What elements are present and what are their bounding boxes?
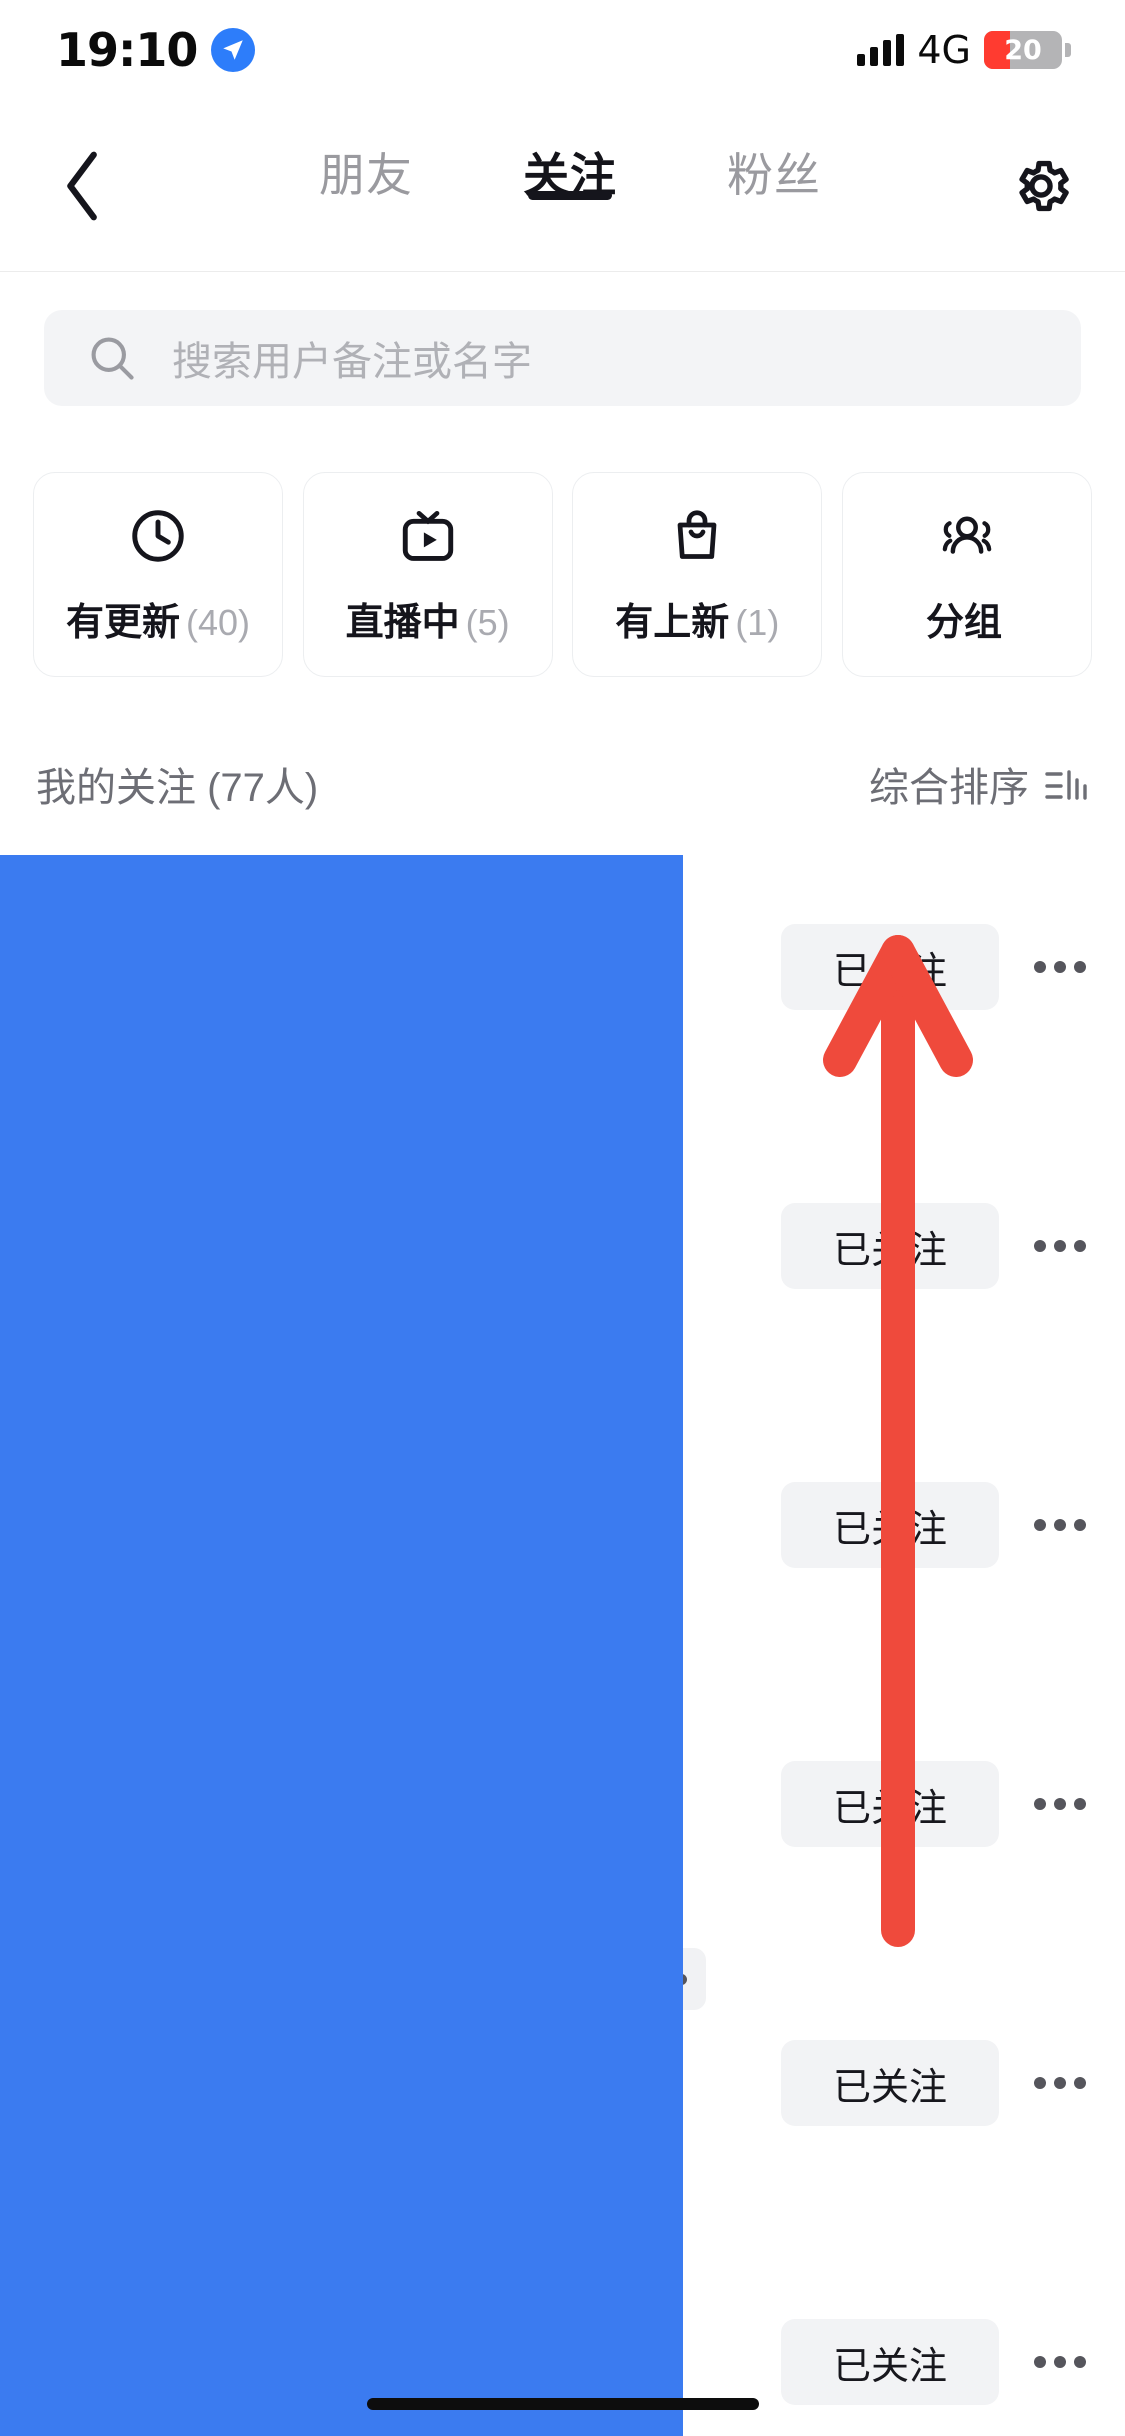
filter-card-live[interactable]: 直播中 (5) [302, 472, 553, 677]
location-arrow-icon [211, 28, 256, 72]
live-tv-icon [397, 503, 459, 569]
follow-status-button[interactable]: 已关注 [781, 1761, 999, 1847]
network-label: 4G [917, 28, 971, 72]
filter-card-updates[interactable]: 有更新 (40) [33, 472, 283, 677]
sort-filter-icon [1045, 770, 1087, 800]
chevron-left-icon [67, 151, 97, 221]
more-horizontal-icon[interactable] [1021, 2044, 1099, 2122]
search-placeholder: 搜索用户备注或名字 [172, 340, 532, 384]
status-time: 19:10 [56, 23, 198, 77]
tab-fans[interactable]: 粉丝 [684, 100, 864, 198]
label-text: 分组 [925, 602, 1002, 644]
battery-percent: 20 [1004, 34, 1042, 66]
search-icon [91, 337, 134, 380]
label-count: (40) [185, 602, 251, 643]
shopping-bag-icon [667, 503, 727, 569]
status-bar-left: 19:10 [56, 23, 256, 77]
follow-status-button[interactable]: 已关注 [781, 2040, 999, 2126]
filter-card-live-label: 直播中 (5) [346, 591, 510, 646]
tab-friends-label: 朋友 [319, 149, 413, 201]
follow-status-button[interactable]: 已关注 [781, 1482, 999, 1568]
status-bar: 19:10 4G 20 [0, 0, 1125, 100]
tab-fans-label: 粉丝 [727, 149, 821, 201]
filter-card-groups-label: 分组 [926, 591, 1008, 646]
label-text: 有更新 [65, 602, 180, 644]
more-horizontal-icon[interactable] [1021, 928, 1099, 1006]
follow-status-button[interactable]: 已关注 [781, 1203, 999, 1289]
filter-card-updates-label: 有更新 (40) [66, 591, 250, 646]
battery-indicator: 20 [984, 31, 1071, 69]
tab-underline-active [528, 191, 612, 200]
sort-button[interactable]: 综合排序 [869, 755, 1087, 813]
tab-following[interactable]: 关注 [480, 100, 660, 200]
tab-friends[interactable]: 朋友 [276, 100, 456, 198]
clock-icon [127, 503, 189, 569]
filter-card-new-items[interactable]: 有上新 (1) [572, 472, 823, 677]
more-horizontal-icon[interactable] [1021, 2323, 1099, 2401]
filter-card-row: 有更新 (40) 直播中 (5) 有上新 (1) 分组 [33, 472, 1092, 677]
battery-tip [1065, 43, 1071, 57]
gear-icon [1019, 160, 1069, 212]
label-count: (1) [735, 602, 780, 643]
navigation-bar: 朋友 关注 粉丝 [0, 100, 1125, 272]
follow-status-button[interactable]: 已关注 [781, 2319, 999, 2405]
search-input[interactable]: 搜索用户备注或名字 [44, 310, 1081, 406]
tab-bar: 朋友 关注 粉丝 [270, 100, 870, 272]
status-bar-right: 4G 20 [857, 28, 1071, 72]
more-horizontal-icon[interactable] [1021, 1765, 1099, 1843]
filter-card-new-items-label: 有上新 (1) [615, 591, 779, 646]
signal-bars-icon [857, 34, 905, 66]
label-count: (5) [465, 602, 510, 643]
battery-body: 20 [984, 31, 1062, 69]
blue-privacy-mask [0, 855, 683, 2436]
back-button[interactable] [44, 146, 124, 226]
section-header: 我的关注 (77人) 综合排序 [0, 740, 1125, 828]
filter-card-groups[interactable]: 分组 [841, 472, 1092, 677]
settings-button[interactable] [999, 144, 1083, 228]
sort-label: 综合排序 [869, 766, 1029, 810]
section-title: 我的关注 (77人) [36, 766, 319, 810]
more-horizontal-icon[interactable] [1021, 1486, 1099, 1564]
label-text: 直播中 [345, 602, 460, 644]
label-text: 有上新 [615, 602, 730, 644]
people-group-icon [934, 503, 1000, 569]
more-horizontal-icon[interactable] [1021, 1207, 1099, 1285]
follow-status-button[interactable]: 已关注 [781, 924, 999, 1010]
home-indicator [366, 2398, 759, 2410]
